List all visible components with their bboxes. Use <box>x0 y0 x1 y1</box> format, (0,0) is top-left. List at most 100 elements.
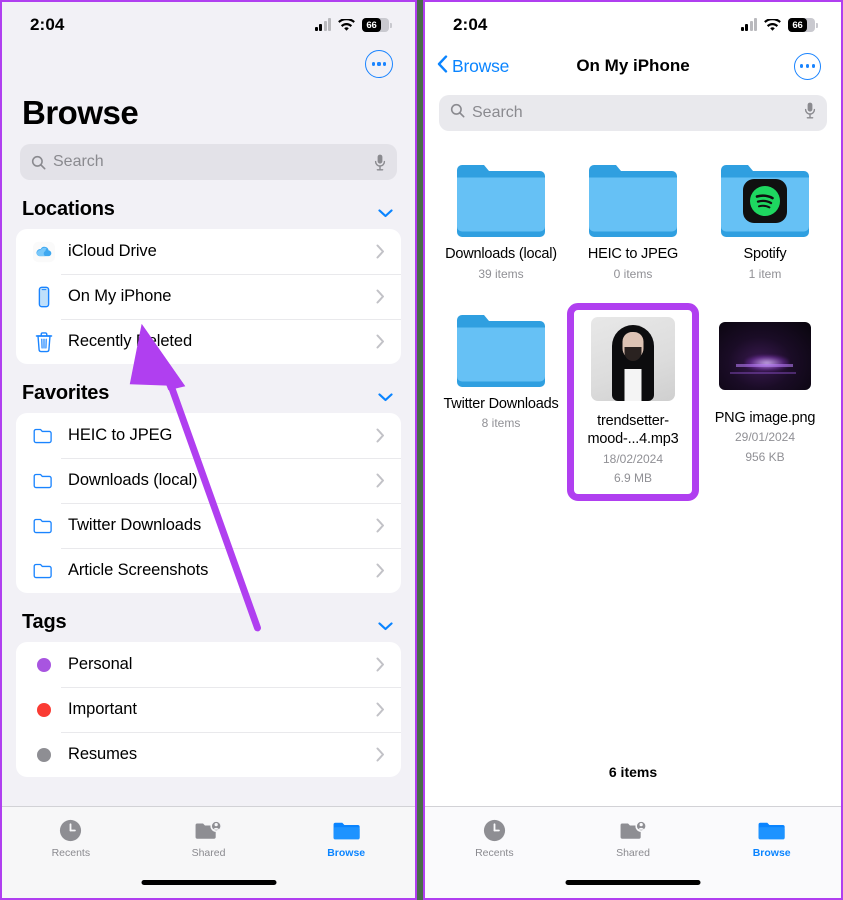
more-options-button[interactable] <box>794 52 821 80</box>
left-toolbar <box>2 48 415 88</box>
tab-browse[interactable]: Browse <box>702 817 841 859</box>
search-placeholder: Search <box>53 153 104 170</box>
more-options-icon[interactable] <box>794 52 821 80</box>
sidebar-item-on-my-iphone[interactable]: On My iPhone <box>16 274 401 319</box>
battery-level: 66 <box>366 19 377 31</box>
file-grid: Downloads (local) 39 items HEIC to JPEG … <box>425 131 841 501</box>
battery-icon: 66 <box>362 18 392 32</box>
battery-level: 66 <box>792 19 803 31</box>
tab-label: Recents <box>51 847 91 859</box>
trash-icon <box>30 328 57 355</box>
chevron-right-icon <box>376 657 385 672</box>
sidebar-item-label: HEIC to JPEG <box>68 426 173 444</box>
status-time: 2:04 <box>453 15 488 34</box>
dark-photo-icon <box>719 321 811 390</box>
tab-label: Browse <box>327 847 366 859</box>
tab-label: Browse <box>752 847 791 859</box>
file-item-heic-to-jpeg[interactable]: HEIC to JPEG 0 items <box>567 153 699 293</box>
sidebar-item-icloud-drive[interactable]: iCloud Drive <box>16 229 401 274</box>
search-input[interactable]: Search <box>20 144 397 180</box>
tab-bar-right: Recents Shared Browse <box>425 806 841 898</box>
sidebar-item-label: Article Screenshots <box>68 561 209 579</box>
cellular-signal-icon <box>740 17 757 31</box>
file-name: Downloads (local) <box>445 246 557 262</box>
status-bar-left: 2:04 66 <box>2 2 415 48</box>
sidebar-item-twitter-downloads[interactable]: Twitter Downloads <box>16 503 401 548</box>
sidebar-item-heic-to-jpeg[interactable]: HEIC to JPEG <box>16 413 401 458</box>
tab-bar-left: Recents Shared Browse <box>2 806 415 898</box>
microphone-icon[interactable] <box>374 154 386 171</box>
back-button-label: Browse <box>452 55 510 76</box>
icloud-icon <box>30 238 57 265</box>
tags-list: Personal Important Resumes <box>16 642 401 777</box>
file-meta-date: 18/02/2024 <box>602 452 664 467</box>
chevron-right-icon <box>376 244 385 259</box>
tab-recents[interactable]: Recents <box>425 817 564 859</box>
sidebar-item-recently-deleted[interactable]: Recently Deleted <box>16 319 401 364</box>
file-thumbnail <box>718 311 812 401</box>
tab-shared[interactable]: Shared <box>564 817 703 859</box>
section-header-locations[interactable]: Locations <box>2 180 415 229</box>
file-item-twitter-downloads[interactable]: Twitter Downloads 8 items <box>435 303 567 501</box>
shared-folder-icon <box>619 817 648 843</box>
section-header-favorites[interactable]: Favorites <box>2 364 415 413</box>
sidebar-item-downloads-local[interactable]: Downloads (local) <box>16 458 401 503</box>
search-placeholder: Search <box>472 104 523 121</box>
sidebar-item-tag-resumes[interactable]: Resumes <box>16 732 401 777</box>
chevron-down-icon[interactable] <box>378 205 393 218</box>
file-meta: 8 items <box>481 416 521 431</box>
file-meta: 0 items <box>613 266 653 281</box>
shared-folder-icon <box>194 817 223 843</box>
file-item-png-image[interactable]: PNG image.png 29/01/2024 956 KB <box>699 303 831 501</box>
file-meta: 39 items <box>478 266 524 281</box>
microphone-icon[interactable] <box>804 102 816 124</box>
sidebar-item-tag-personal[interactable]: Personal <box>16 642 401 687</box>
file-name: PNG image.png <box>714 409 816 426</box>
right-phone-panel: 2:04 66 Browse On My iPhone Search Downl… <box>423 0 843 900</box>
status-indicators: 66 <box>740 17 818 32</box>
file-item-spotify[interactable]: Spotify 1 item <box>699 153 831 293</box>
locations-list: iCloud Drive On My iPhone Recently Delet <box>16 229 401 364</box>
tab-shared[interactable]: Shared <box>140 817 278 859</box>
chevron-right-icon <box>376 563 385 578</box>
file-name: trendsetter-mood-...4.mp3 <box>587 412 679 448</box>
file-name: Spotify <box>743 246 787 262</box>
sidebar-item-tag-important[interactable]: Important <box>16 687 401 732</box>
chevron-down-icon[interactable] <box>378 618 393 631</box>
sidebar-item-label: iCloud Drive <box>68 242 157 260</box>
file-item-downloads-local[interactable]: Downloads (local) 39 items <box>435 153 567 293</box>
file-meta: 1 item <box>748 266 782 281</box>
section-title: Tags <box>22 611 67 633</box>
tag-dot-icon <box>30 696 57 723</box>
folder-icon <box>454 311 548 387</box>
wifi-icon <box>764 17 781 32</box>
tab-label: Shared <box>191 847 226 859</box>
folder-icon <box>30 512 57 539</box>
file-item-trendsetter-mp3[interactable]: trendsetter-mood-...4.mp3 18/02/2024 6.9… <box>567 302 699 501</box>
chevron-right-icon <box>376 473 385 488</box>
folder-icon <box>332 817 361 843</box>
sidebar-item-label: On My iPhone <box>68 287 172 305</box>
person-photo-icon <box>591 316 675 401</box>
wifi-icon <box>338 17 355 32</box>
section-header-tags[interactable]: Tags <box>2 593 415 642</box>
chevron-down-icon[interactable] <box>378 389 393 402</box>
home-indicator <box>565 880 701 885</box>
file-meta-date: 29/01/2024 <box>734 430 796 445</box>
chevron-left-icon <box>437 54 448 78</box>
tab-browse[interactable]: Browse <box>277 817 415 859</box>
cellular-signal-icon <box>314 17 331 31</box>
home-indicator <box>141 880 276 885</box>
folder-icon <box>718 161 812 237</box>
more-options-icon[interactable] <box>365 50 393 78</box>
file-meta-size: 956 KB <box>745 449 785 464</box>
file-name: HEIC to JPEG <box>587 246 679 262</box>
back-button[interactable]: Browse <box>437 54 510 78</box>
folder-icon <box>30 422 57 449</box>
sidebar-item-article-screenshots[interactable]: Article Screenshots <box>16 548 401 593</box>
tab-recents[interactable]: Recents <box>2 817 140 859</box>
chevron-right-icon <box>376 334 385 349</box>
clock-icon <box>58 817 83 843</box>
search-input[interactable]: Search <box>439 95 827 131</box>
chevron-right-icon <box>376 428 385 443</box>
